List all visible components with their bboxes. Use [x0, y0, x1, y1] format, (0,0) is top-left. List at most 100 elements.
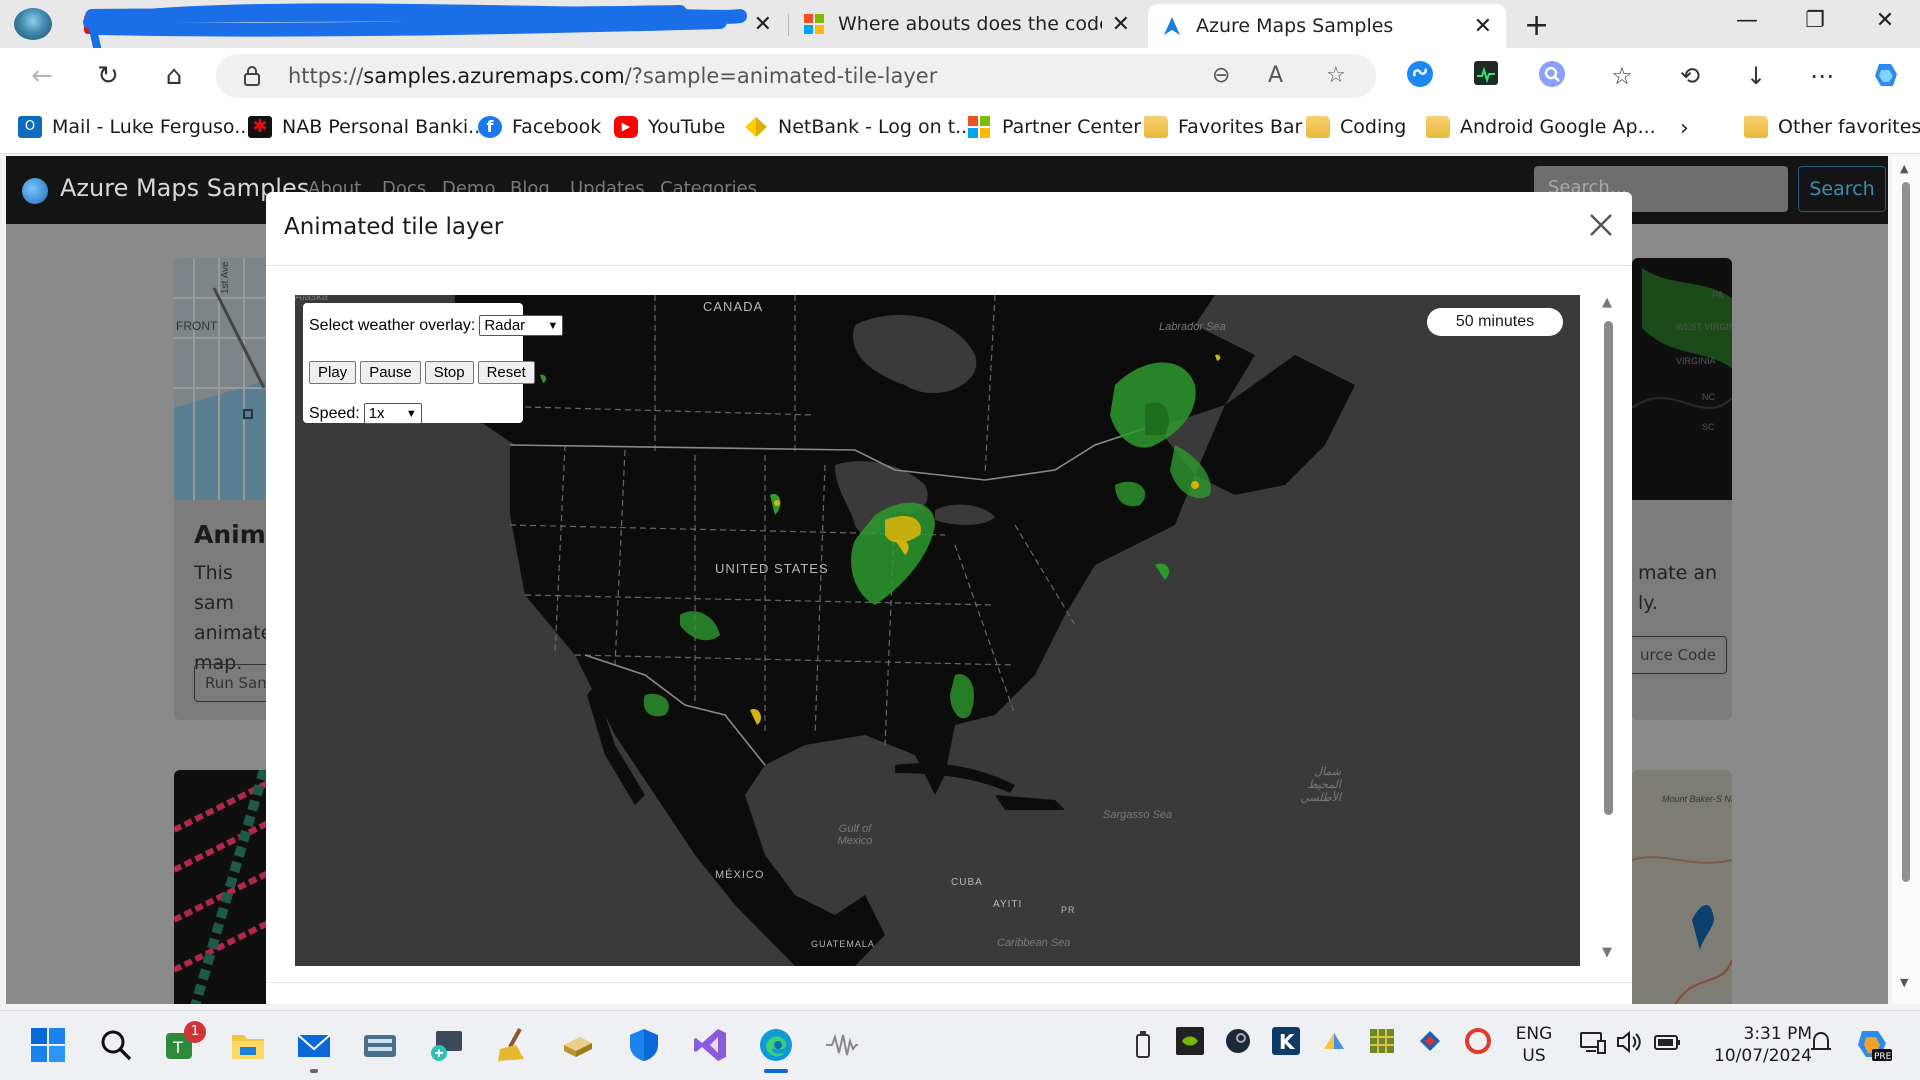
home-icon[interactable]: ⌂: [156, 60, 192, 92]
remote-desktop-icon[interactable]: [428, 1027, 464, 1063]
steam-icon[interactable]: [1224, 1027, 1252, 1063]
speed-select[interactable]: 1x ▼: [363, 403, 422, 424]
archive-tool-icon[interactable]: [560, 1027, 596, 1063]
page-scrollbar[interactable]: ▲ ▼: [1892, 156, 1920, 1004]
clock[interactable]: 3:31 PM 10/07/2024: [1692, 1023, 1812, 1067]
map-label-alaska: Alaska: [295, 295, 329, 303]
favorite-partner-center[interactable]: Partner Center: [968, 116, 1141, 138]
tab-redacted-2[interactable]: ✕: [432, 6, 786, 42]
map-label-gulf: Gulf of Mexico: [837, 823, 873, 847]
cleaner-broom-icon[interactable]: [494, 1027, 530, 1063]
notifications-icon[interactable]: [1806, 1027, 1836, 1063]
modal-title: Animated tile layer: [284, 214, 504, 240]
edge-browser-icon[interactable]: [758, 1027, 794, 1073]
site-search-button[interactable]: Search: [1798, 166, 1886, 212]
windows-start-icon[interactable]: [30, 1027, 66, 1063]
folder-icon: [1426, 116, 1450, 138]
read-aloud-icon[interactable]: A: [1268, 63, 1283, 88]
sample-card-bottom-right[interactable]: Mount Baker-S National: [1632, 770, 1732, 1004]
new-tab-icon[interactable]: +: [1524, 8, 1549, 43]
close-tab-icon[interactable]: ✕: [1112, 12, 1130, 37]
search-icon[interactable]: [98, 1027, 134, 1063]
scroll-up-arrow-icon[interactable]: ▲: [1602, 295, 1612, 310]
cloud-sync-icon[interactable]: [1320, 1027, 1348, 1063]
zoom-out-icon[interactable]: ⊖: [1212, 63, 1230, 88]
favorite-folder-coding[interactable]: Coding: [1306, 116, 1406, 138]
favorite-nab[interactable]: ✱ NAB Personal Banki...: [248, 116, 486, 138]
lock-icon[interactable]: [244, 66, 260, 86]
close-tab-icon[interactable]: ✕: [398, 12, 416, 37]
map-canvas[interactable]: CANADA UNITED STATES MÉXICO CUBA AYITI P…: [295, 295, 1580, 966]
thumb-label: FRONT: [176, 319, 218, 333]
minimize-icon[interactable]: —: [1722, 8, 1772, 33]
k-app-icon[interactable]: K: [1272, 1027, 1300, 1063]
copilot-pre-icon[interactable]: PRE: [1854, 1027, 1894, 1063]
network-share-icon[interactable]: [1416, 1027, 1444, 1063]
teams-icon[interactable]: T 1: [164, 1021, 206, 1063]
play-button[interactable]: Play: [309, 361, 357, 384]
run-sample-button[interactable]: Run Samp: [194, 664, 274, 702]
tab-redacted-1[interactable]: ✕: [70, 6, 430, 42]
pause-button[interactable]: Pause: [360, 361, 421, 384]
speed-row: Speed: 1x ▼: [309, 403, 422, 424]
restore-icon[interactable]: ❐: [1790, 8, 1840, 33]
refresh-icon[interactable]: ↻: [90, 60, 126, 92]
favorite-facebook[interactable]: f Facebook: [478, 116, 601, 138]
audio-wave-icon[interactable]: [824, 1027, 860, 1063]
modal-scrollbar[interactable]: ▲ ▼: [1600, 295, 1618, 966]
scroll-down-arrow-icon[interactable]: ▼: [1602, 945, 1612, 960]
creative-cloud-icon[interactable]: [1464, 1027, 1492, 1063]
volume-icon[interactable]: [1614, 1027, 1644, 1063]
tab-azure-maps-samples[interactable]: Azure Maps Samples ✕: [1148, 4, 1506, 48]
security-shield-icon[interactable]: [626, 1027, 662, 1063]
source-code-button[interactable]: urce Code: [1632, 636, 1727, 674]
scroll-down-arrow-icon[interactable]: ▼: [1900, 976, 1908, 989]
downloads-icon[interactable]: ↓: [1740, 60, 1772, 92]
reset-button[interactable]: Reset: [477, 361, 535, 384]
close-tab-icon[interactable]: ✕: [1474, 14, 1492, 39]
url-text[interactable]: https://samples.azuremaps.com/?sample=an…: [288, 64, 937, 88]
thumb-label: Mount Baker-S National: [1662, 794, 1732, 804]
shazam-extension-icon[interactable]: [1404, 60, 1436, 92]
favorite-folder-other[interactable]: Other favorites: [1744, 116, 1920, 138]
visual-studio-icon[interactable]: [692, 1027, 728, 1063]
address-bar[interactable]: https://samples.azuremaps.com/?sample=an…: [216, 54, 1376, 98]
sample-card-left[interactable]: FRONT 1st Ave Anima This sam animate map…: [174, 258, 274, 720]
more-options-icon[interactable]: ⋯: [1806, 60, 1838, 92]
page-scroll-thumb[interactable]: [1902, 182, 1910, 882]
battery-icon[interactable]: [1652, 1027, 1682, 1063]
stop-button[interactable]: Stop: [424, 361, 474, 384]
favorite-folder-favorites-bar[interactable]: Favorites Bar: [1144, 116, 1302, 138]
favorite-netbank[interactable]: NetBank - Log on t...: [744, 116, 973, 138]
card-thumbnail: FRONT 1st Ave: [174, 258, 274, 500]
extension-monitor-icon[interactable]: [1470, 60, 1502, 92]
search-extension-icon[interactable]: [1536, 60, 1568, 92]
mail-icon[interactable]: [296, 1027, 332, 1073]
modal-close-icon[interactable]: [1586, 210, 1616, 240]
file-explorer-icon[interactable]: [230, 1027, 266, 1063]
favorite-mail[interactable]: O Mail - Luke Ferguso...: [18, 116, 252, 138]
profile-avatar[interactable]: [14, 8, 52, 40]
scroll-up-arrow-icon[interactable]: ▲: [1900, 162, 1908, 175]
weather-overlay-select[interactable]: Radar ▼: [479, 315, 564, 336]
keyboard-app-icon[interactable]: [362, 1027, 398, 1063]
sample-card-bottom-left[interactable]: [174, 770, 274, 1004]
favorites-overflow-chevron-icon[interactable]: ›: [1680, 116, 1689, 141]
nvidia-icon[interactable]: [1176, 1027, 1204, 1063]
favorite-folder-android[interactable]: Android Google Ap...: [1426, 116, 1656, 138]
tab-where-abouts[interactable]: Where abouts does the code go ✕: [790, 6, 1144, 42]
back-icon[interactable]: ←: [24, 60, 60, 92]
spreadsheet-tool-icon[interactable]: [1368, 1027, 1396, 1063]
copilot-icon[interactable]: [1870, 60, 1902, 92]
close-window-icon[interactable]: ✕: [1860, 8, 1910, 33]
network-icon[interactable]: [1578, 1027, 1608, 1063]
favorite-star-icon[interactable]: ☆: [1326, 63, 1346, 88]
modal-scroll-thumb[interactable]: [1604, 321, 1613, 815]
sample-card-right[interactable]: WEST VIRGINIA VIRGINIA NC SC PA mate an …: [1632, 258, 1732, 720]
history-icon[interactable]: ⟲: [1674, 60, 1706, 92]
favorite-youtube[interactable]: ▶ YouTube: [614, 116, 725, 138]
favorites-icon[interactable]: ☆: [1606, 60, 1638, 92]
usb-device-icon[interactable]: [1130, 1027, 1156, 1063]
close-tab-icon[interactable]: ✕: [754, 12, 772, 37]
input-language-indicator[interactable]: ENG US: [1506, 1023, 1562, 1067]
